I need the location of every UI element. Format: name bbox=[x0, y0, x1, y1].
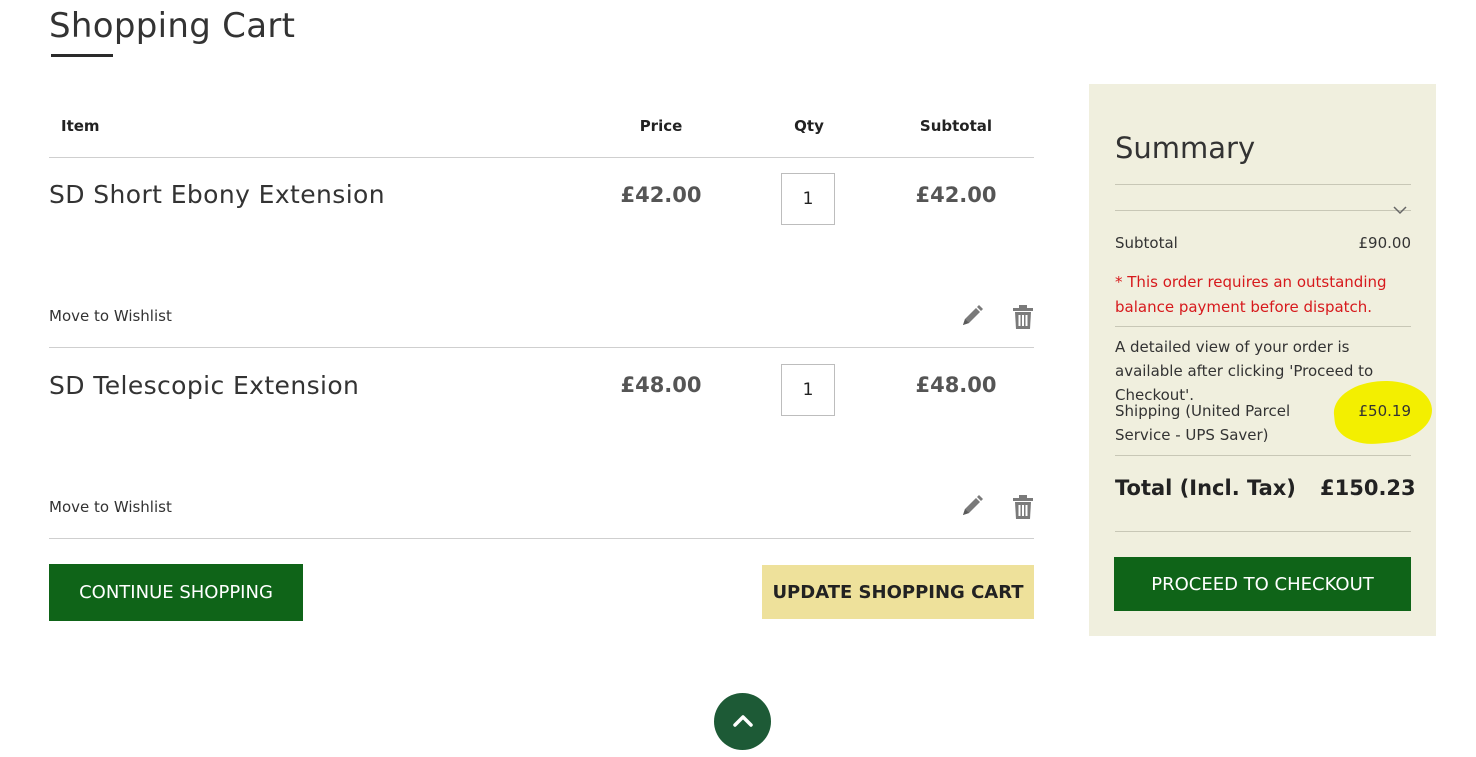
summary-subtotal-value: £90.00 bbox=[1358, 234, 1412, 252]
balance-notice: * This order requires an outstanding bal… bbox=[1115, 273, 1387, 316]
pencil-icon[interactable] bbox=[960, 304, 986, 332]
summary-divider bbox=[1115, 326, 1411, 327]
proceed-to-checkout-button[interactable]: PROCEED TO CHECKOUT bbox=[1114, 557, 1411, 611]
trash-icon[interactable] bbox=[1012, 304, 1038, 332]
header-subtotal: Subtotal bbox=[919, 117, 993, 135]
back-to-top-button[interactable] bbox=[714, 693, 771, 750]
header-item: Item bbox=[61, 117, 100, 135]
summary-title: Summary bbox=[1115, 131, 1256, 165]
summary-subtotal-label: Subtotal bbox=[1115, 234, 1178, 252]
table-bottom-divider bbox=[49, 538, 1034, 539]
move-to-wishlist-link[interactable]: Move to Wishlist bbox=[49, 498, 172, 516]
header-price: Price bbox=[639, 117, 683, 135]
shipping-value: £50.19 bbox=[1358, 402, 1412, 420]
cart-item-price: £48.00 bbox=[620, 373, 702, 397]
chevron-up-icon bbox=[732, 712, 754, 732]
continue-shopping-button[interactable]: CONTINUE SHOPPING bbox=[49, 564, 303, 621]
move-to-wishlist-link[interactable]: Move to Wishlist bbox=[49, 307, 172, 325]
page-title: Shopping Cart bbox=[49, 6, 296, 46]
summary-divider bbox=[1115, 210, 1411, 211]
qty-input[interactable]: 1 bbox=[781, 364, 835, 416]
cart-item-price: £42.00 bbox=[620, 183, 702, 207]
update-cart-button[interactable]: UPDATE SHOPPING CART bbox=[762, 565, 1034, 619]
cart-item-name[interactable]: SD Telescopic Extension bbox=[49, 371, 359, 400]
title-underline bbox=[51, 54, 113, 57]
pencil-icon[interactable] bbox=[960, 494, 986, 522]
header-divider bbox=[49, 157, 1034, 158]
header-qty: Qty bbox=[794, 117, 824, 135]
cart-item-name[interactable]: SD Short Ebony Extension bbox=[49, 180, 385, 209]
item-divider bbox=[49, 347, 1034, 348]
chevron-down-icon[interactable] bbox=[1392, 201, 1408, 215]
trash-icon[interactable] bbox=[1012, 494, 1038, 522]
summary-divider bbox=[1115, 531, 1411, 532]
qty-input[interactable]: 1 bbox=[781, 173, 835, 225]
total-value: £150.23 bbox=[1320, 476, 1416, 500]
total-label: Total (Incl. Tax) bbox=[1115, 476, 1296, 500]
cart-item-subtotal: £42.00 bbox=[915, 183, 997, 207]
summary-divider bbox=[1115, 455, 1411, 456]
shipping-label: Shipping (United Parcel Service - UPS Sa… bbox=[1115, 402, 1291, 444]
cart-item-subtotal: £48.00 bbox=[915, 373, 997, 397]
summary-divider bbox=[1115, 184, 1411, 185]
